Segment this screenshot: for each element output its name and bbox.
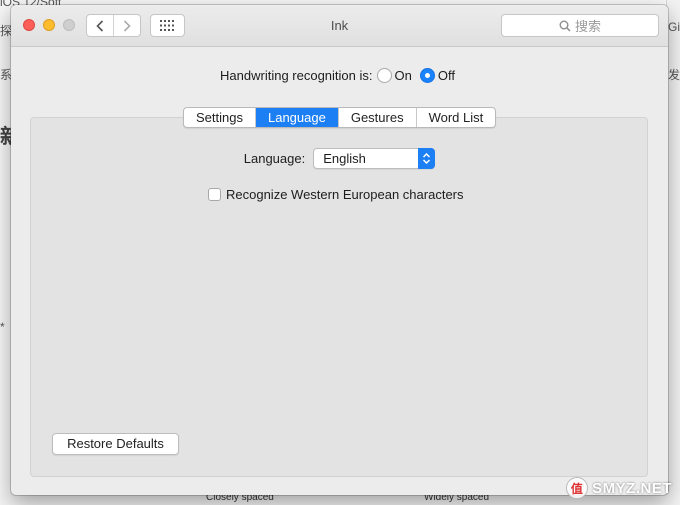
tab-gestures[interactable]: Gestures [339,108,417,127]
search-field[interactable]: 搜索 [501,14,659,37]
tab-bar: Settings Language Gestures Word List [183,107,497,128]
background-fragment: * [0,320,5,334]
watermark-logo-icon: 值 [566,477,589,499]
tab-language[interactable]: Language [255,108,339,127]
restore-defaults-button[interactable]: Restore Defaults [52,433,179,455]
handwriting-recognition-label: Handwriting recognition is: [220,68,373,83]
language-select-value: English [323,151,366,166]
language-select[interactable]: English [313,148,436,169]
watermark: 值 SMYZ.NET [566,477,672,499]
search-placeholder: 搜索 [574,19,601,34]
handwriting-recognition-row: Handwriting recognition is: On Off [11,68,668,83]
western-european-label[interactable]: Recognize Western European characters [226,187,464,202]
tab-content-panel [30,117,648,477]
handwriting-on-radio[interactable] [376,68,392,83]
handwriting-off-radio[interactable] [419,68,435,83]
handwriting-off-label[interactable]: Off [438,68,455,83]
background-fragment: 发 [668,68,680,82]
select-arrows-icon [418,148,436,169]
tab-settings[interactable]: Settings [184,108,256,127]
language-row: Language: English [11,148,668,169]
language-label: Language: [243,151,306,166]
handwriting-on-label[interactable]: On [395,68,412,83]
western-european-checkbox[interactable] [208,188,221,201]
title-bar[interactable]: Ink 搜索 [11,5,668,47]
background-fragment: Gi [668,20,680,34]
western-european-checkbox-row: Recognize Western European characters [208,187,464,202]
watermark-text: SMYZ.NET [592,479,672,497]
tab-word-list[interactable]: Word List [417,108,496,127]
ink-preferences-window: Ink 搜索 Handwriting recognition is: On Of… [11,5,668,495]
search-icon [559,20,571,32]
